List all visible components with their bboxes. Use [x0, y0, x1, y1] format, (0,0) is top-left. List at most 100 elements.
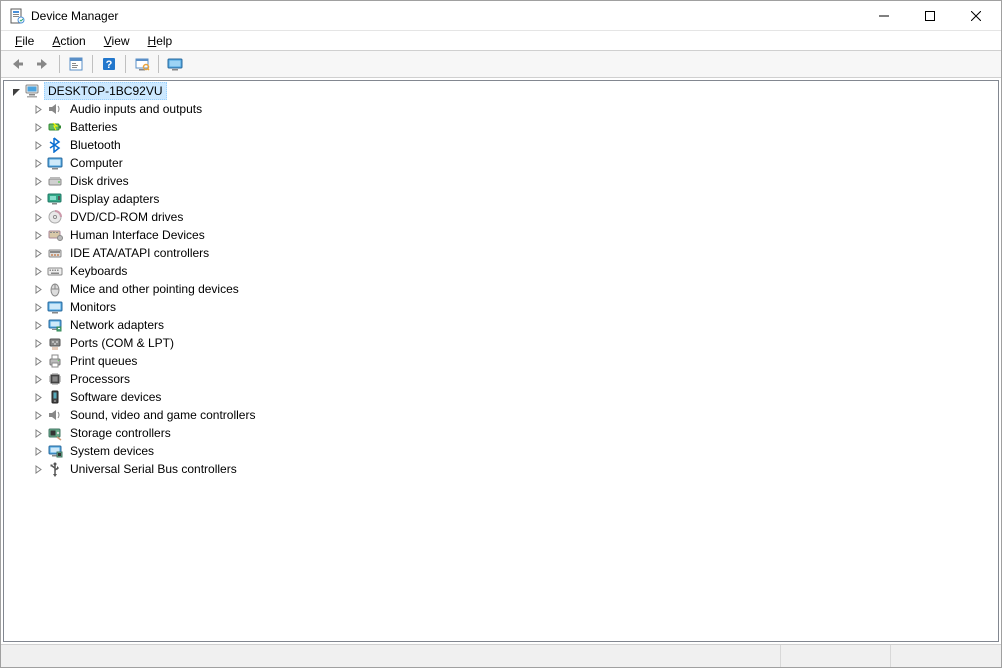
tree-category[interactable]: Ports (COM & LPT) [4, 334, 998, 352]
status-cell [1, 645, 781, 667]
chevron-right-icon[interactable] [30, 443, 46, 459]
chevron-right-icon[interactable] [30, 299, 46, 315]
toolbar-help-button[interactable]: ? [97, 53, 121, 75]
keyboard-icon [47, 263, 63, 279]
chevron-down-icon[interactable] [8, 83, 24, 99]
chevron-right-icon[interactable] [30, 209, 46, 225]
chevron-right-icon[interactable] [30, 281, 46, 297]
chevron-right-icon[interactable] [30, 353, 46, 369]
menu-view[interactable]: View [96, 33, 138, 49]
tree-category[interactable]: Display adapters [4, 190, 998, 208]
tree-category-label: Mice and other pointing devices [66, 280, 243, 298]
app-icon [9, 8, 25, 24]
usb-icon [47, 461, 63, 477]
chevron-right-icon[interactable] [30, 407, 46, 423]
tree-category-label: Batteries [66, 118, 121, 136]
chevron-right-icon[interactable] [30, 335, 46, 351]
toolbar-back-button[interactable] [5, 53, 29, 75]
titlebar: Device Manager [1, 1, 1001, 31]
tree-category[interactable]: System devices [4, 442, 998, 460]
tree-root[interactable]: DESKTOP-1BC92VU [4, 82, 998, 100]
chevron-right-icon[interactable] [30, 119, 46, 135]
tree-category[interactable]: Human Interface Devices [4, 226, 998, 244]
chevron-right-icon[interactable] [30, 461, 46, 477]
menubar: File Action View Help [1, 31, 1001, 51]
tree-category[interactable]: Batteries [4, 118, 998, 136]
tree-category[interactable]: Bluetooth [4, 136, 998, 154]
chevron-right-icon[interactable] [30, 173, 46, 189]
toolbar-properties-button[interactable] [64, 53, 88, 75]
toolbar-separator [59, 55, 60, 73]
chevron-right-icon[interactable] [30, 155, 46, 171]
monitor-icon [47, 155, 63, 171]
menu-action[interactable]: Action [44, 33, 93, 49]
window-title: Device Manager [31, 9, 118, 23]
monitor-icon [47, 299, 63, 315]
tree-category[interactable]: Print queues [4, 352, 998, 370]
tree-category[interactable]: Mice and other pointing devices [4, 280, 998, 298]
disk-icon [47, 173, 63, 189]
tree-category[interactable]: Disk drives [4, 172, 998, 190]
speaker-icon [47, 101, 63, 117]
tree-category[interactable]: Monitors [4, 298, 998, 316]
tree-category[interactable]: Computer [4, 154, 998, 172]
system-icon [47, 443, 63, 459]
toolbar: ? [1, 51, 1001, 78]
tree-category-label: Display adapters [66, 190, 163, 208]
chevron-right-icon[interactable] [30, 317, 46, 333]
menu-help[interactable]: Help [140, 33, 181, 49]
close-button[interactable] [953, 1, 999, 31]
maximize-button[interactable] [907, 1, 953, 31]
toolbar-monitor-button[interactable] [163, 53, 187, 75]
chevron-right-icon[interactable] [30, 425, 46, 441]
tree-category-label: Computer [66, 154, 127, 172]
tree-category[interactable]: Sound, video and game controllers [4, 406, 998, 424]
storage-icon [47, 425, 63, 441]
tree-category[interactable]: Storage controllers [4, 424, 998, 442]
tree-category[interactable]: Audio inputs and outputs [4, 100, 998, 118]
network-icon [47, 317, 63, 333]
tree-category-label: Bluetooth [66, 136, 125, 154]
tree-category[interactable]: Processors [4, 370, 998, 388]
tree-category-label: Processors [66, 370, 134, 388]
tree-category[interactable]: Software devices [4, 388, 998, 406]
software-icon [47, 389, 63, 405]
chevron-right-icon[interactable] [30, 101, 46, 117]
arrow-left-icon [9, 56, 25, 72]
minimize-button[interactable] [861, 1, 907, 31]
tree-category-label: Storage controllers [66, 424, 175, 442]
bluetooth-icon [47, 137, 63, 153]
chevron-right-icon[interactable] [30, 263, 46, 279]
display-adapter-icon [47, 191, 63, 207]
optical-icon [47, 209, 63, 225]
cpu-icon [47, 371, 63, 387]
chevron-right-icon[interactable] [30, 389, 46, 405]
chevron-right-icon[interactable] [30, 191, 46, 207]
toolbar-scan-button[interactable] [130, 53, 154, 75]
port-icon [47, 335, 63, 351]
tree-category[interactable]: Universal Serial Bus controllers [4, 460, 998, 478]
chevron-right-icon[interactable] [30, 245, 46, 261]
chevron-right-icon[interactable] [30, 137, 46, 153]
tree-category-label: Keyboards [66, 262, 131, 280]
toolbar-forward-button[interactable] [31, 53, 55, 75]
status-cell [781, 645, 891, 667]
chevron-right-icon[interactable] [30, 371, 46, 387]
tree-category[interactable]: IDE ATA/ATAPI controllers [4, 244, 998, 262]
tree-category-label: Universal Serial Bus controllers [66, 460, 241, 478]
tree-category-label: Print queues [66, 352, 141, 370]
tree-category[interactable]: DVD/CD-ROM drives [4, 208, 998, 226]
tree-category-label: Network adapters [66, 316, 168, 334]
tree-category[interactable]: Keyboards [4, 262, 998, 280]
device-tree[interactable]: DESKTOP-1BC92VU Audio inputs and outputs… [3, 80, 999, 642]
ide-icon [47, 245, 63, 261]
window-controls [861, 1, 999, 31]
tree-root-label: DESKTOP-1BC92VU [44, 82, 167, 100]
menu-file[interactable]: File [7, 33, 42, 49]
computer-icon [25, 83, 41, 99]
tree-category[interactable]: Network adapters [4, 316, 998, 334]
tree-category-label: Ports (COM & LPT) [66, 334, 178, 352]
chevron-right-icon[interactable] [30, 227, 46, 243]
scan-icon [134, 56, 150, 72]
status-cell [891, 645, 1001, 667]
